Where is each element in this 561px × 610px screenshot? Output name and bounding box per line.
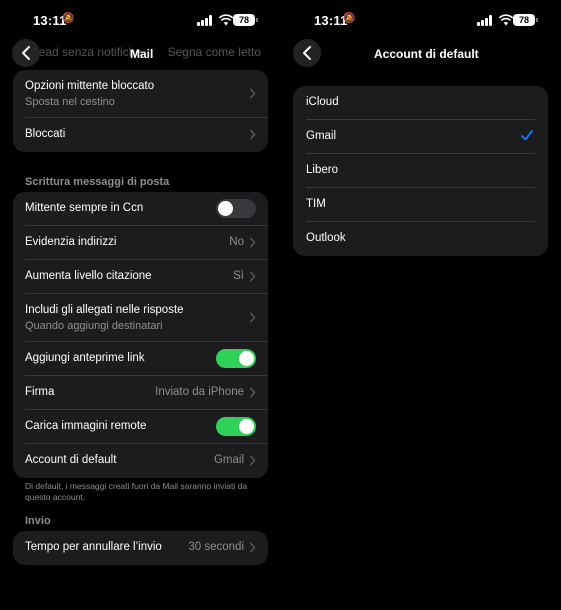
default-account-footnote: Di default, i messaggi creati fuori da M… [25, 481, 248, 502]
status-bar: 13:11 🔕 78 [0, 11, 281, 29]
account-label: TIM [306, 198, 326, 210]
cellular-signal-icon [477, 15, 493, 26]
account-option-outlook[interactable]: Outlook [306, 222, 535, 256]
row-label: Tempo per annullare l’invio [25, 541, 162, 553]
row-value: 30 secondi [188, 541, 244, 553]
row-label: Account di default [25, 454, 117, 466]
toggle-knob [218, 201, 233, 216]
row-value: Sì [233, 270, 244, 282]
battery-indicator: 78 [513, 14, 538, 26]
row-value: No [229, 236, 244, 248]
load-remote-images-toggle[interactable] [216, 417, 256, 436]
section-header-send: Invio [25, 515, 51, 527]
chevron-right-icon [249, 88, 256, 99]
mail-settings-screen: Read senza notifiche Segna come letto 13… [0, 0, 281, 610]
row-sublabel: Quando aggiungi destinatari [25, 320, 163, 332]
send-settings-group: Tempo per annullare l’invio 30 secondi [13, 531, 268, 565]
chevron-right-icon [249, 271, 256, 282]
blocked-row[interactable]: Bloccati [25, 118, 268, 152]
always-bcc-toggle[interactable] [216, 199, 256, 218]
account-label: Outlook [306, 232, 346, 244]
signature-row[interactable]: Firma Inviato da iPhone [25, 376, 268, 410]
row-label: Aumenta livello citazione [25, 270, 152, 282]
account-label: Gmail [306, 130, 337, 142]
toggle-knob [239, 351, 254, 366]
chevron-right-icon [249, 312, 256, 323]
battery-indicator: 78 [233, 14, 258, 26]
blocked-sender-options-row[interactable]: Opzioni mittente bloccato Sposta nel ces… [25, 70, 268, 118]
increase-quote-level-row[interactable]: Aumenta livello citazione Sì [25, 260, 268, 294]
row-label: Carica immagini remote [25, 420, 147, 432]
row-label: Includi gli allegati nelle risposte [25, 304, 184, 316]
compose-settings-group: Mittente sempre in Ccn Evidenzia indiriz… [13, 192, 268, 478]
load-remote-images-row: Carica immagini remote [25, 410, 268, 444]
default-account-row[interactable]: Account di default Gmail [25, 444, 268, 478]
chevron-right-icon [249, 129, 256, 140]
row-label: Firma [25, 386, 55, 398]
default-account-screen: 13:11 🔕 78 Account di default iCloud Gma… [281, 0, 561, 610]
link-previews-row: Aggiungi anteprime link [25, 342, 268, 376]
account-option-icloud[interactable]: iCloud [306, 86, 535, 120]
chevron-right-icon [249, 455, 256, 466]
row-sublabel: Sposta nel cestino [25, 96, 115, 108]
account-option-gmail[interactable]: Gmail [306, 120, 535, 154]
cellular-signal-icon [197, 15, 213, 26]
bell-slash-icon: 🔕 [62, 13, 75, 24]
account-list: iCloud Gmail Libero TIM Outlook [293, 86, 548, 256]
blocked-settings-group: Opzioni mittente bloccato Sposta nel ces… [13, 70, 268, 152]
bell-slash-icon: 🔕 [343, 13, 356, 24]
link-previews-toggle[interactable] [216, 349, 256, 368]
account-label: iCloud [306, 96, 339, 108]
chevron-right-icon [249, 542, 256, 553]
row-value: Gmail [213, 454, 244, 466]
account-label: Libero [306, 164, 338, 176]
row-label: Aggiungi anteprime link [25, 352, 145, 364]
account-option-libero[interactable]: Libero [306, 154, 535, 188]
row-label: Opzioni mittente bloccato [25, 80, 155, 92]
highlight-addresses-row[interactable]: Evidenzia indirizzi No [25, 226, 268, 260]
section-header-compose: Scrittura messaggi di posta [25, 176, 170, 188]
nav-bar: Mail [0, 38, 281, 70]
status-bar: 13:11 🔕 78 [281, 11, 561, 29]
back-button[interactable] [293, 39, 321, 67]
row-label: Bloccati [25, 128, 66, 140]
chevron-right-icon [249, 387, 256, 398]
nav-title: Mail [130, 47, 154, 61]
wifi-icon [499, 14, 513, 26]
row-label: Evidenzia indirizzi [25, 236, 117, 248]
back-button[interactable] [12, 39, 40, 67]
always-bcc-row: Mittente sempre in Ccn [25, 192, 268, 226]
toggle-knob [239, 419, 254, 434]
row-label: Mittente sempre in Ccn [25, 202, 144, 214]
row-value: Inviato da iPhone [155, 386, 244, 398]
chevron-left-icon [22, 46, 30, 60]
chevron-right-icon [249, 237, 256, 248]
checkmark-icon [521, 130, 533, 141]
nav-title: Account di default [374, 47, 479, 61]
chevron-left-icon [303, 46, 311, 60]
undo-send-delay-row[interactable]: Tempo per annullare l’invio 30 secondi [25, 531, 268, 565]
wifi-icon [219, 14, 233, 26]
include-attachments-row[interactable]: Includi gli allegati nelle risposte Quan… [25, 294, 268, 342]
account-option-tim[interactable]: TIM [306, 188, 535, 222]
nav-bar: Account di default [281, 38, 561, 70]
